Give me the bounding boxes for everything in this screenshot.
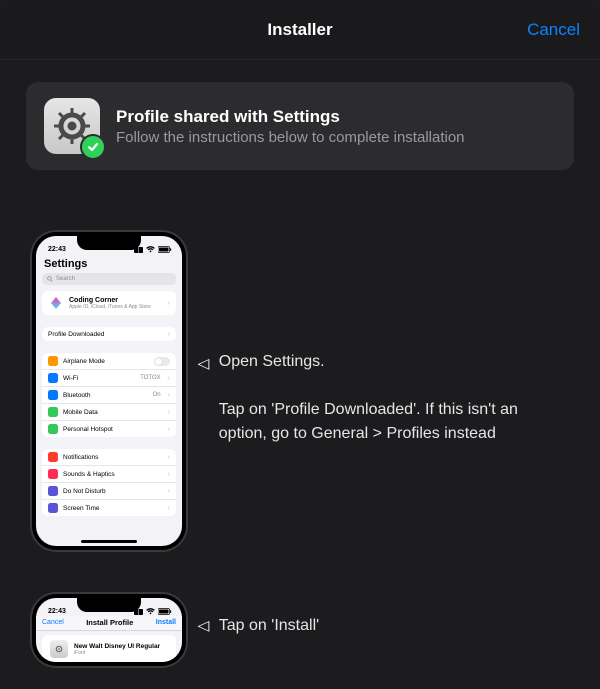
home-indicator — [81, 540, 137, 543]
profile-downloaded-group: Profile Downloaded › — [42, 327, 176, 341]
settings-row: Airplane Mode — [42, 353, 176, 369]
chevron-icon: › — [168, 375, 170, 382]
wifi-icon — [146, 246, 155, 253]
antenna-icon — [48, 407, 58, 417]
moon-icon — [48, 486, 58, 496]
airplane-icon — [48, 356, 58, 366]
sheet-header: Installer Cancel — [0, 0, 600, 60]
chevron-icon: › — [168, 505, 170, 512]
chevron-icon: › — [168, 392, 170, 399]
banner-subtitle: Follow the instructions below to complet… — [116, 129, 556, 146]
profile-banner: Profile shared with Settings Follow the … — [26, 82, 574, 170]
speaker-icon — [48, 469, 58, 479]
row-label: Sounds & Haptics — [63, 471, 163, 478]
search-placeholder: Search — [56, 276, 75, 282]
bluetooth-icon — [48, 390, 58, 400]
settings-app-icon — [44, 98, 100, 154]
row-label: Mobile Data — [63, 409, 163, 416]
chevron-icon: › — [168, 409, 170, 416]
battery-icon — [158, 246, 172, 253]
row-label: Bluetooth — [63, 392, 148, 399]
row-label: Personal Hotspot — [63, 426, 163, 433]
status-time: 22:43 — [48, 608, 66, 615]
settings-row: Sounds & Haptics › — [42, 465, 176, 482]
hourglass-icon — [48, 503, 58, 513]
apple-id-row: Coding Corner Apple ID, iCloud, iTunes &… — [42, 291, 176, 315]
pointer-icon: ◁ — [197, 618, 209, 632]
profile-downloaded-row: Profile Downloaded › — [42, 327, 176, 341]
profile-signer: iFont — [74, 650, 160, 656]
settings-row: Wi-Fi TOTOX › — [42, 369, 176, 386]
checkmark-badge-icon — [80, 134, 106, 160]
settings-row: Notifications › — [42, 449, 176, 465]
settings-row: Screen Time › — [42, 499, 176, 516]
profile-entry-row: New Walt Disney UI Regular iFont — [42, 635, 176, 662]
row-value: On — [153, 392, 161, 398]
search-field: Search — [42, 273, 176, 285]
step-1-text: Open Settings. Tap on 'Profile Downloade… — [219, 350, 559, 446]
nav-cancel: Cancel — [42, 619, 64, 626]
toggle — [154, 357, 170, 366]
hotspot-icon — [48, 424, 58, 434]
account-detail: Apple ID, iCloud, iTunes & App Store — [69, 304, 151, 310]
notch — [77, 598, 141, 612]
search-icon — [47, 276, 53, 282]
installer-sheet: Installer Cancel — [0, 0, 600, 689]
row-label: Do Not Disturb — [63, 488, 163, 495]
account-name: Coding Corner — [69, 297, 151, 304]
chevron-icon: › — [168, 300, 170, 307]
install-profile-nav: Cancel Install Profile Install — [36, 616, 182, 631]
instruction-steps: 22:43 Settings Search — [26, 230, 574, 668]
chevron-icon: › — [168, 331, 170, 338]
wifi-icon — [146, 608, 155, 615]
bell-icon — [48, 452, 58, 462]
avatar-icon — [48, 295, 64, 311]
pointer-icon: ◁ — [197, 356, 209, 370]
row-value: TOTOX — [140, 375, 160, 381]
row-label: Screen Time — [63, 505, 163, 512]
row-label: Airplane Mode — [63, 358, 149, 365]
cancel-button[interactable]: Cancel — [527, 0, 580, 59]
wifi-icon — [48, 373, 58, 383]
row-label: Wi-Fi — [63, 375, 135, 382]
settings-row: Do Not Disturb › — [42, 482, 176, 499]
status-time: 22:43 — [48, 246, 66, 253]
chevron-icon: › — [168, 471, 170, 478]
settings-row: Mobile Data › — [42, 403, 176, 420]
phone-mock-install: 22:43 Cancel Install Profile In — [30, 592, 188, 668]
step-2-text: Tap on 'Install' — [219, 614, 319, 638]
settings-row: Bluetooth On › — [42, 386, 176, 403]
connectivity-group: Airplane ModeWi-FiTOTOX›BluetoothOn›Mobi… — [42, 353, 176, 437]
settings-heading: Settings — [36, 254, 182, 273]
nav-title: Install Profile — [86, 618, 133, 627]
banner-title: Profile shared with Settings — [116, 107, 556, 127]
profile-icon — [50, 640, 68, 658]
chevron-icon: › — [168, 488, 170, 495]
battery-icon — [158, 608, 172, 615]
phone-mock-settings: 22:43 Settings Search — [30, 230, 188, 552]
nav-install: Install — [156, 619, 176, 626]
chevron-icon: › — [168, 454, 170, 461]
step-1: 22:43 Settings Search — [30, 230, 574, 552]
step-2: 22:43 Cancel Install Profile In — [30, 592, 574, 668]
account-group: Coding Corner Apple ID, iCloud, iTunes &… — [42, 291, 176, 315]
settings-row: Personal Hotspot › — [42, 420, 176, 437]
sheet-content: Profile shared with Settings Follow the … — [0, 60, 600, 668]
notifications-group: Notifications›Sounds & Haptics›Do Not Di… — [42, 449, 176, 516]
row-label: Notifications — [63, 454, 163, 461]
sheet-title: Installer — [267, 20, 332, 40]
profile-name: New Walt Disney UI Regular — [74, 643, 160, 650]
chevron-icon: › — [168, 426, 170, 433]
notch — [77, 236, 141, 250]
